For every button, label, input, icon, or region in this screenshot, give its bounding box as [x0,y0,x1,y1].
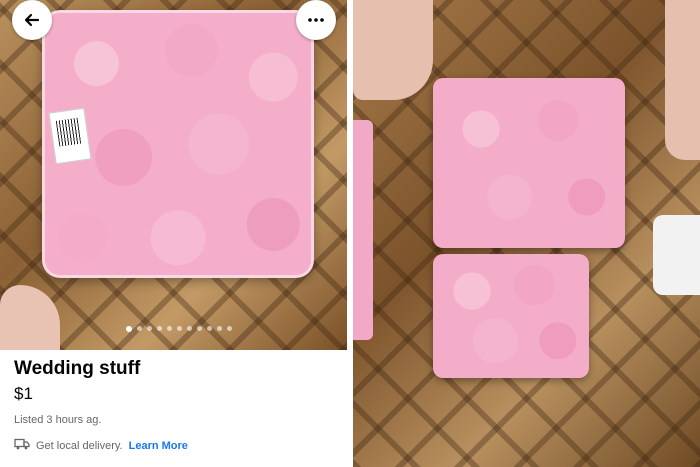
listing-photo[interactable] [0,0,347,350]
carousel-dot[interactable] [217,326,222,331]
arrow-left-icon [24,12,40,28]
more-options-button[interactable] [296,0,336,40]
barcode-label [48,107,92,165]
carousel-dot[interactable] [147,326,152,331]
foot-image [0,285,60,350]
listing-title: Wedding stuff [14,358,141,379]
more-horizontal-icon [308,18,324,22]
flower-bag-image [353,120,373,340]
listed-time: Listed 3 hours ag. [14,414,102,426]
truck-icon [14,438,30,453]
carousel-dot[interactable] [167,326,172,331]
carousel-dot[interactable] [227,326,232,331]
white-bag-image [653,215,700,295]
carousel-dot[interactable] [207,326,212,331]
listing-panel: Wedding stuff $1 Listed 3 hours ag. Get … [0,0,347,467]
carousel-dot[interactable] [157,326,162,331]
carousel-dot[interactable] [137,326,142,331]
carousel-dot[interactable] [177,326,182,331]
back-button[interactable] [12,0,52,40]
listing-price: $1 [14,384,33,403]
flower-bag-image [433,254,589,378]
carousel-dot[interactable] [197,326,202,331]
listing-info: Wedding stuff $1 Listed 3 hours ag. Get … [14,356,334,453]
carousel-dot[interactable] [187,326,192,331]
delivery-row: Get local delivery. Learn More [14,438,334,453]
flower-bag-image [433,78,625,248]
comparison-photo [353,0,700,467]
foot-image [353,0,433,100]
carousel-indicator [126,325,232,332]
carousel-dot[interactable] [126,325,132,332]
foot-image [665,0,700,160]
learn-more-link[interactable]: Learn More [129,440,188,452]
delivery-text: Get local delivery. [36,439,123,452]
